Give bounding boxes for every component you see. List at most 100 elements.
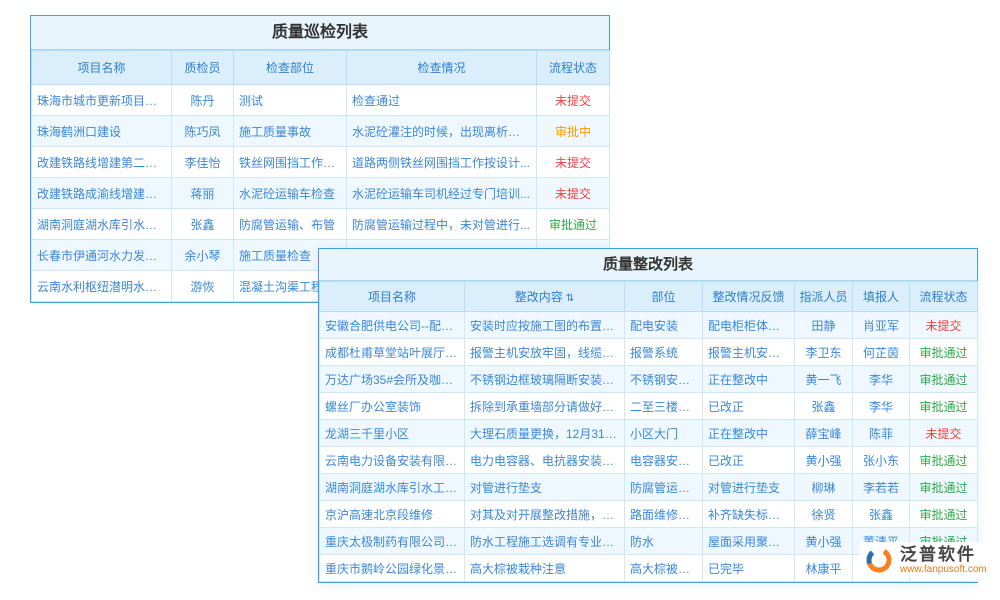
cell-reporter: 张鑫 bbox=[853, 501, 910, 528]
table-row[interactable]: 安徽合肥供电公司--配电设备...安装时应按施工图的布置，将...配电安装配电柜… bbox=[320, 312, 978, 339]
cell-project: 长春市伊通河水力发电... bbox=[32, 240, 172, 271]
col-inspect-part[interactable]: 检查部位 bbox=[234, 51, 347, 85]
cell-status: 未提交 bbox=[910, 420, 978, 447]
cell-content: 电力电容器、电抗器安装方案... bbox=[465, 447, 625, 474]
fanpusoft-logo-icon bbox=[864, 544, 894, 576]
cell-status: 审批通过 bbox=[910, 501, 978, 528]
cell-status: 审批通过 bbox=[910, 474, 978, 501]
cell-part: 不锈钢安装... bbox=[625, 366, 703, 393]
table-row[interactable]: 改建铁路成渝线增建第...蒋丽水泥砼运输车检查水泥砼运输车司机经过专门培训...… bbox=[32, 178, 610, 209]
cell-inspector: 李佳怡 bbox=[172, 147, 234, 178]
col-rectify-content[interactable]: 整改内容⇅ bbox=[465, 282, 625, 312]
cell-status: 未提交 bbox=[537, 178, 610, 209]
cell-part: 防腐管运输... bbox=[625, 474, 703, 501]
cell-reporter: 李若若 bbox=[853, 474, 910, 501]
cell-reporter: 肖亚军 bbox=[853, 312, 910, 339]
inspection-list-title: 质量巡检列表 bbox=[31, 16, 609, 50]
cell-part: 报警系统 bbox=[625, 339, 703, 366]
inspection-header-row: 项目名称 质检员 检查部位 检查情况 流程状态 bbox=[32, 51, 610, 85]
cell-project: 成都杜甫草堂站叶展厅独立展... bbox=[320, 339, 465, 366]
cell-project: 珠海鹤洲口建设 bbox=[32, 116, 172, 147]
table-row[interactable]: 湖南洞庭湖水库引水工...张鑫防腐管运输、布管防腐管运输过程中，未对管进行...… bbox=[32, 209, 610, 240]
table-row[interactable]: 云南电力设备安装有限公司20...电力电容器、电抗器安装方案...电容器安装..… bbox=[320, 447, 978, 474]
cell-assignee: 柳琳 bbox=[795, 474, 853, 501]
cell-situation: 水泥砼灌注的时候，出现离析现象 bbox=[347, 116, 537, 147]
cell-project: 湖南洞庭湖水库引水工... bbox=[32, 209, 172, 240]
cell-status: 审批中 bbox=[537, 116, 610, 147]
col-flow-status[interactable]: 流程状态 bbox=[537, 51, 610, 85]
cell-situation: 水泥砼运输车司机经过专门培训... bbox=[347, 178, 537, 209]
cell-project: 改建铁路线增建第二线... bbox=[32, 147, 172, 178]
table-row[interactable]: 京沪高速北京段维修对其及对开展整改措施，桥头...路面维修检...补齐缺失标志.… bbox=[320, 501, 978, 528]
cell-feedback: 配电柜柜体与... bbox=[703, 312, 795, 339]
cell-project: 重庆市鹅岭公园绿化景观提升... bbox=[320, 555, 465, 582]
cell-assignee: 薛宝峰 bbox=[795, 420, 853, 447]
col-inspect-situation[interactable]: 检查情况 bbox=[347, 51, 537, 85]
cell-status: 审批通过 bbox=[910, 366, 978, 393]
cell-part: 小区大门 bbox=[625, 420, 703, 447]
cell-feedback: 正在整改中 bbox=[703, 366, 795, 393]
cell-assignee: 黄小强 bbox=[795, 528, 853, 555]
cell-part: 防腐管运输、布管 bbox=[234, 209, 347, 240]
cell-project: 改建铁路成渝线增建第... bbox=[32, 178, 172, 209]
cell-project: 安徽合肥供电公司--配电设备... bbox=[320, 312, 465, 339]
sort-icon[interactable]: ⇅ bbox=[566, 293, 574, 304]
cell-part: 高大棕被栽种 bbox=[625, 555, 703, 582]
cell-content: 安装时应按施工图的布置，将... bbox=[465, 312, 625, 339]
col-feedback[interactable]: 整改情况反馈 bbox=[703, 282, 795, 312]
cell-project: 云南电力设备安装有限公司20... bbox=[320, 447, 465, 474]
cell-status: 审批通过 bbox=[910, 339, 978, 366]
cell-assignee: 张鑫 bbox=[795, 393, 853, 420]
cell-part: 防水 bbox=[625, 528, 703, 555]
cell-project: 云南水利枢纽潜明水库... bbox=[32, 271, 172, 302]
col-flow-status[interactable]: 流程状态 bbox=[910, 282, 978, 312]
cell-project: 重庆太极制药有限公司亳州中... bbox=[320, 528, 465, 555]
cell-status: 未提交 bbox=[537, 147, 610, 178]
table-row[interactable]: 珠海鹤洲口建设陈巧凤施工质量事故水泥砼灌注的时候，出现离析现象审批中 bbox=[32, 116, 610, 147]
cell-project: 珠海市城市更新项目紫... bbox=[32, 85, 172, 116]
cell-part: 路面维修检... bbox=[625, 501, 703, 528]
cell-content: 防水工程施工选调有专业资质... bbox=[465, 528, 625, 555]
cell-inspector: 余小琴 bbox=[172, 240, 234, 271]
cell-part: 二至三楼混... bbox=[625, 393, 703, 420]
table-row[interactable]: 龙湖三千里小区大理石质量更换，12月31日之...小区大门正在整改中薛宝峰陈菲未… bbox=[320, 420, 978, 447]
cell-content: 拆除到承重墙部分请做好加固... bbox=[465, 393, 625, 420]
rectify-header-row: 项目名称 整改内容⇅ 部位 整改情况反馈 指派人员 填报人 流程状态 bbox=[320, 282, 978, 312]
cell-situation: 检查通过 bbox=[347, 85, 537, 116]
col-reporter[interactable]: 填报人 bbox=[853, 282, 910, 312]
table-row[interactable]: 湖南洞庭湖水库引水工程施工1...对管进行垫支防腐管运输...对管进行垫支柳琳李… bbox=[320, 474, 978, 501]
cell-part: 施工质量事故 bbox=[234, 116, 347, 147]
col-project-name[interactable]: 项目名称 bbox=[320, 282, 465, 312]
cell-assignee: 田静 bbox=[795, 312, 853, 339]
cell-situation: 道路两侧铁丝网围挡工作按设计... bbox=[347, 147, 537, 178]
cell-content: 对其及对开展整改措施，桥头... bbox=[465, 501, 625, 528]
table-row[interactable]: 成都杜甫草堂站叶展厅独立展...报警主机安放牢固，线缆连接...报警系统报警主机… bbox=[320, 339, 978, 366]
cell-feedback: 已改正 bbox=[703, 393, 795, 420]
col-project-name[interactable]: 项目名称 bbox=[32, 51, 172, 85]
cell-content: 大理石质量更换，12月31日之... bbox=[465, 420, 625, 447]
col-rectify-content-label: 整改内容 bbox=[515, 290, 563, 304]
cell-feedback: 已改正 bbox=[703, 447, 795, 474]
col-assignee[interactable]: 指派人员 bbox=[795, 282, 853, 312]
logo-url[interactable]: www.fanpusoft.com bbox=[900, 564, 987, 576]
rectify-list-panel: 质量整改列表 项目名称 整改内容⇅ 部位 整改情况反馈 指派人员 填报人 流程状… bbox=[318, 248, 978, 583]
table-row[interactable]: 万达广场35#会所及咖啡厅空...不锈钢边框玻璃隔断安装不牢...不锈钢安装..… bbox=[320, 366, 978, 393]
logo-text: 泛普软件 bbox=[900, 545, 987, 564]
cell-inspector: 陈巧凤 bbox=[172, 116, 234, 147]
cell-status: 未提交 bbox=[537, 85, 610, 116]
cell-feedback: 补齐缺失标志... bbox=[703, 501, 795, 528]
table-row[interactable]: 改建铁路线增建第二线...李佳怡铁丝网围挡工作检查道路两侧铁丝网围挡工作按设计.… bbox=[32, 147, 610, 178]
cell-assignee: 黄一飞 bbox=[795, 366, 853, 393]
table-row[interactable]: 珠海市城市更新项目紫...陈丹测试检查通过未提交 bbox=[32, 85, 610, 116]
col-inspector[interactable]: 质检员 bbox=[172, 51, 234, 85]
cell-inspector: 张鑫 bbox=[172, 209, 234, 240]
cell-feedback: 正在整改中 bbox=[703, 420, 795, 447]
cell-reporter: 李华 bbox=[853, 393, 910, 420]
cell-project: 万达广场35#会所及咖啡厅空... bbox=[320, 366, 465, 393]
cell-part: 配电安装 bbox=[625, 312, 703, 339]
cell-feedback: 报警主机安放... bbox=[703, 339, 795, 366]
cell-reporter: 陈菲 bbox=[853, 420, 910, 447]
col-part[interactable]: 部位 bbox=[625, 282, 703, 312]
footer-logo: 泛普软件 www.fanpusoft.com bbox=[860, 542, 991, 578]
table-row[interactable]: 螺丝厂办公室装饰拆除到承重墙部分请做好加固...二至三楼混...已改正张鑫李华审… bbox=[320, 393, 978, 420]
